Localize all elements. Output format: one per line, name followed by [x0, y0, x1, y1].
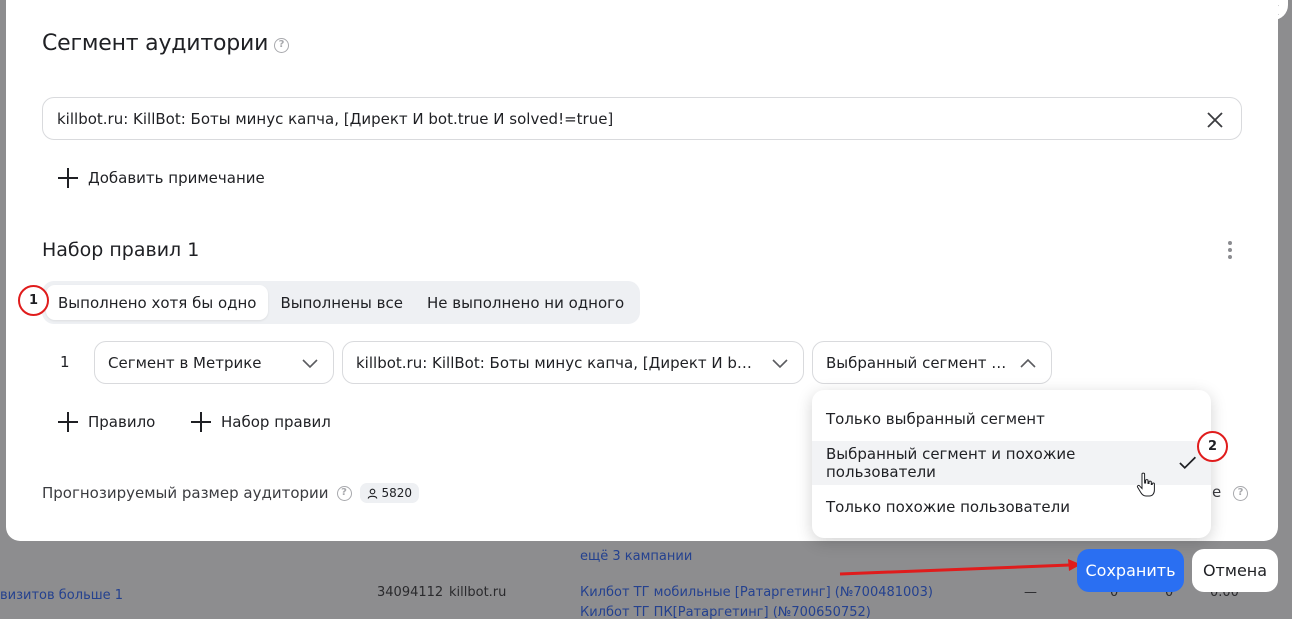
- chevron-up-icon: [1020, 358, 1036, 368]
- annotation-arrow: [839, 559, 1081, 576]
- forecast-label: Прогнозируемый размер аудитории: [42, 484, 329, 502]
- segment-value: killbot.ru: KillBot: Боты минус капча, […: [356, 353, 759, 372]
- page-title: Сегмент аудитории: [42, 31, 269, 56]
- plus-icon: [58, 168, 78, 188]
- tab-at-least-one[interactable]: Выполнено хотя бы одно: [46, 285, 269, 320]
- condition-segmented-control: Выполнено хотя бы одно Выполнены все Не …: [42, 281, 641, 324]
- tab-none[interactable]: Не выполнено ни одного: [415, 285, 636, 320]
- chevron-down-icon: [302, 359, 318, 369]
- ruleset-title: Набор правил 1: [42, 239, 200, 261]
- bg-row-site: killbot.ru: [449, 585, 507, 600]
- rule-number: 1: [60, 353, 70, 371]
- add-rule-label: Правило: [88, 413, 156, 431]
- option-label: Выбранный сегмент и похожие пользователи: [826, 445, 1076, 481]
- step-marker-1: 1: [18, 285, 49, 316]
- bg-row-name[interactable]: визитов больше 1: [0, 588, 123, 603]
- option-label: Только похожие пользователи: [826, 498, 1070, 516]
- audience-mode-value: Выбранный сегмент и ...: [826, 353, 1007, 372]
- bg-row-campaign-1[interactable]: Килбот ТГ мобильные [Ратаргетинг] (№7004…: [580, 585, 933, 600]
- save-button[interactable]: Сохранить: [1077, 549, 1184, 592]
- checkmark-icon: [1178, 456, 1196, 470]
- audience-forecast: Прогнозируемый размер аудитории ? 5820: [42, 483, 420, 503]
- add-note-button[interactable]: Добавить примечание: [58, 168, 265, 188]
- plus-icon: [191, 412, 211, 432]
- add-ruleset-label: Набор правил: [221, 413, 331, 431]
- clear-input-icon[interactable]: [1204, 109, 1226, 131]
- add-note-label: Добавить примечание: [88, 169, 265, 187]
- help-icon[interactable]: ?: [336, 485, 352, 501]
- option-label: Только выбранный сегмент: [826, 410, 1045, 428]
- rule-type-value: Сегмент в Метрике: [108, 353, 262, 372]
- add-ruleset-button[interactable]: Набор правил: [191, 412, 331, 432]
- forecast-size-badge: 5820: [359, 483, 420, 503]
- bg-row-dash: —: [1024, 585, 1037, 600]
- bg-row-campaign-2[interactable]: Килбот ТГ ПК[Ратаргетинг] (№700650752): [580, 605, 871, 619]
- plus-icon: [58, 412, 78, 432]
- partially-hidden-text: е: [1212, 483, 1222, 501]
- audience-mode-dropdown: Только выбранный сегмент Выбранный сегме…: [812, 390, 1211, 538]
- forecast-size-value: 5820: [381, 486, 413, 500]
- segment-name-input[interactable]: [42, 97, 1242, 140]
- chevron-down-icon: [772, 359, 788, 369]
- bg-row-id: 34094112: [377, 585, 444, 600]
- rule-type-select[interactable]: Сегмент в Метрике: [94, 341, 334, 384]
- bg-more-campaigns-link[interactable]: ещё 3 кампании: [580, 549, 692, 564]
- add-rule-button[interactable]: Правило: [58, 412, 155, 432]
- user-icon: [367, 488, 377, 499]
- help-icon[interactable]: ?: [274, 38, 289, 53]
- tab-all[interactable]: Выполнены все: [268, 285, 414, 320]
- more-options-icon[interactable]: [1224, 241, 1236, 263]
- dropdown-option-selected-only[interactable]: Только выбранный сегмент: [812, 397, 1211, 441]
- step-marker-2: 2: [1197, 431, 1228, 462]
- cancel-button[interactable]: Отмена: [1192, 549, 1278, 592]
- segment-select[interactable]: killbot.ru: KillBot: Боты минус капча, […: [342, 341, 804, 384]
- help-icon[interactable]: ?: [1233, 486, 1248, 501]
- hand-cursor-icon: [1136, 472, 1155, 497]
- audience-mode-select[interactable]: Выбранный сегмент и ...: [812, 341, 1052, 384]
